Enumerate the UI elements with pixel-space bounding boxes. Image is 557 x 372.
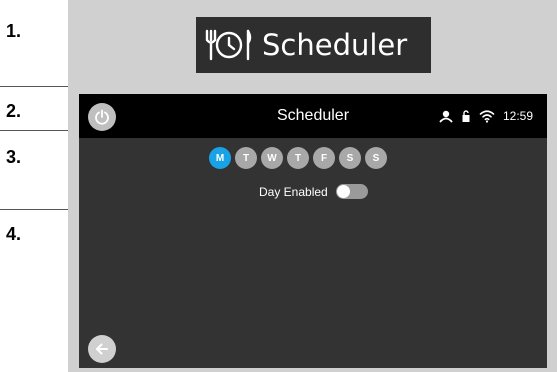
toggle-knob (336, 185, 350, 198)
arrow-left-icon (96, 343, 108, 355)
step-1-label: 1. (6, 21, 22, 41)
day-sunday[interactable]: S (365, 147, 387, 169)
divider (0, 209, 68, 210)
day-monday[interactable]: M (209, 147, 231, 169)
banner-title: Scheduler (262, 28, 408, 62)
lock-icon (462, 110, 470, 122)
power-icon (95, 109, 109, 125)
day-enabled-row: Day Enabled (259, 184, 368, 199)
step-4-label: 4. (6, 224, 22, 244)
clock: 12:59 (502, 109, 533, 123)
divider (0, 86, 68, 87)
device-screen: Scheduler 12:59 M T W T F S S Day Enable… (79, 94, 547, 368)
weekday-selector: M T W T F S S (209, 147, 387, 169)
day-friday[interactable]: F (313, 147, 335, 169)
status-area: 12:59 (439, 94, 533, 138)
day-enabled-label: Day Enabled (259, 184, 328, 199)
top-bar: Scheduler 12:59 (79, 94, 547, 138)
scheduler-banner: Scheduler (196, 17, 431, 73)
step-2-label: 2. (6, 101, 22, 121)
day-saturday[interactable]: S (339, 147, 361, 169)
step-3-label: 3. (6, 147, 22, 167)
power-button[interactable] (88, 103, 116, 131)
day-wednesday[interactable]: W (261, 147, 283, 169)
day-enabled-toggle[interactable] (335, 184, 368, 199)
clock-cutlery-icon (196, 17, 262, 73)
day-thursday[interactable]: T (287, 147, 309, 169)
wifi-icon (479, 110, 495, 123)
day-tuesday[interactable]: T (235, 147, 257, 169)
person-icon (439, 110, 453, 123)
back-button[interactable] (88, 335, 116, 363)
divider (0, 130, 68, 131)
